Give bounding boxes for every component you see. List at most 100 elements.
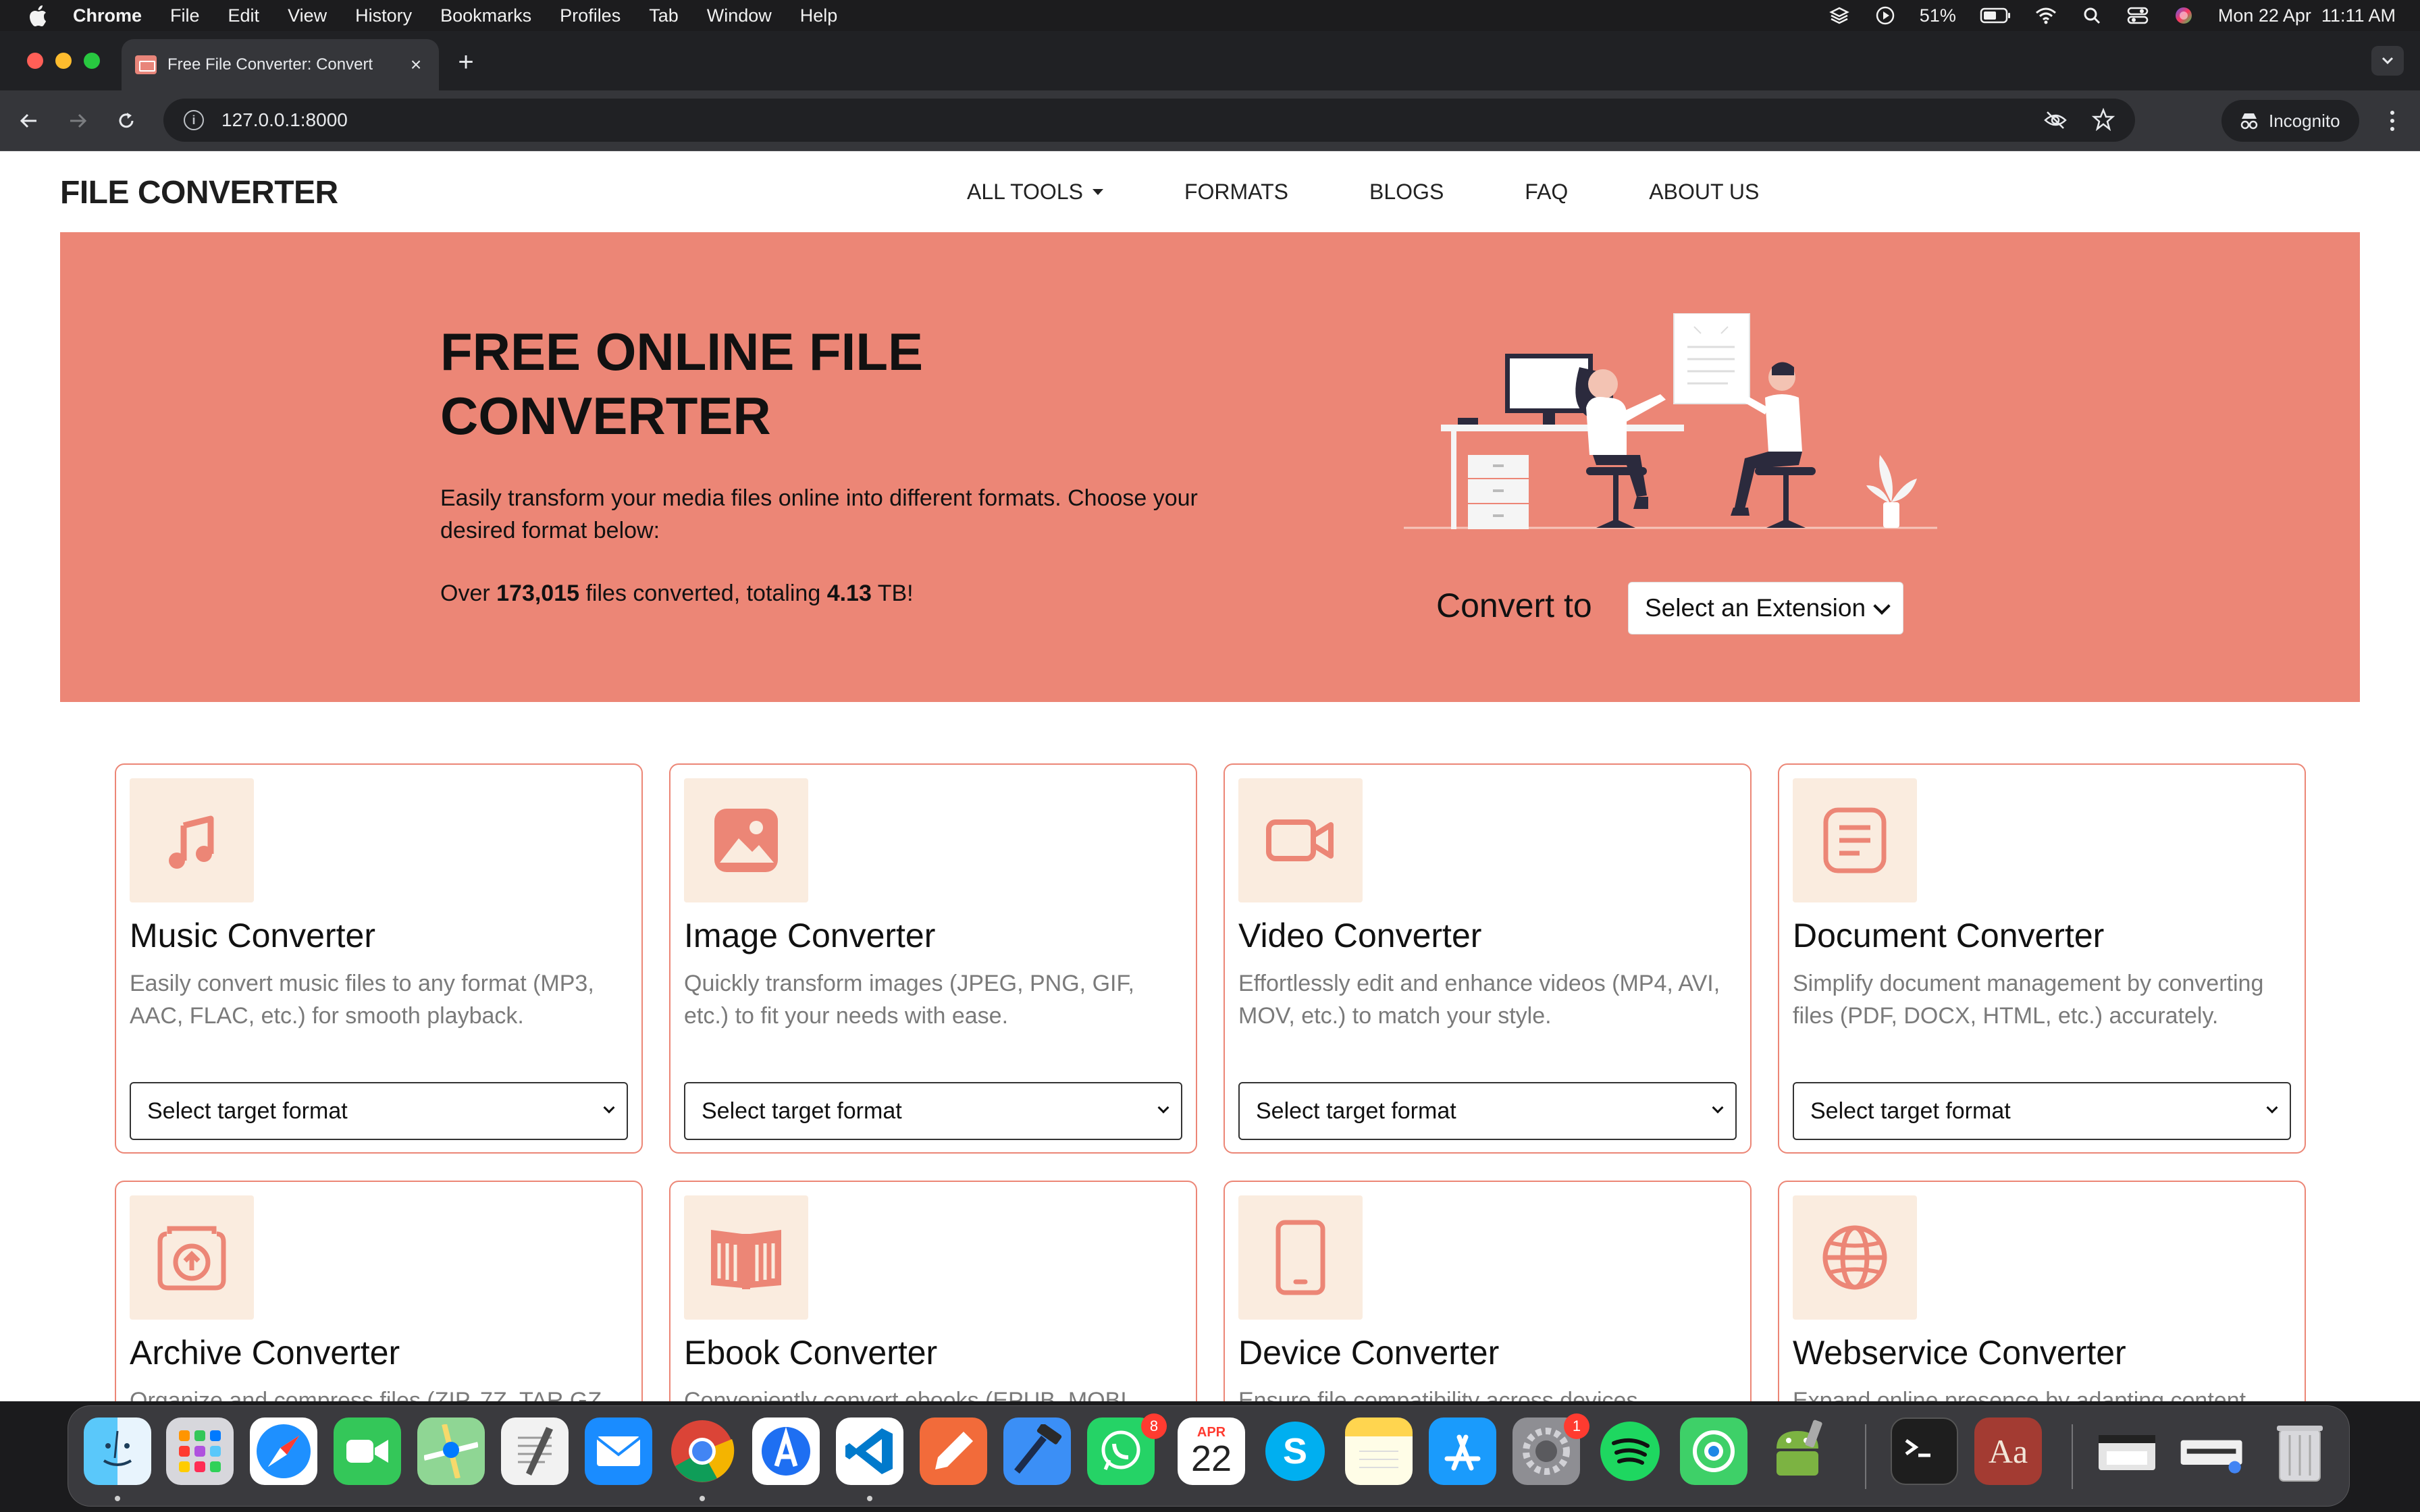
menu-bookmarks[interactable]: Bookmarks xyxy=(440,5,531,26)
window-zoom-button[interactable] xyxy=(84,53,100,69)
open-book-icon xyxy=(684,1195,808,1320)
card-image-converter: Image Converter Quickly transform images… xyxy=(669,763,1197,1154)
back-button[interactable] xyxy=(14,105,45,136)
card-document-converter: Document Converter Simplify document man… xyxy=(1778,763,2306,1154)
site-favicon-icon xyxy=(135,55,157,74)
main-nav: ALL TOOLS FORMATS BLOGS FAQ ABOUT US xyxy=(967,180,1840,205)
page-viewport: FILE CONVERTER ALL TOOLS FORMATS BLOGS F… xyxy=(0,151,2420,1401)
archive-upload-icon xyxy=(130,1195,254,1320)
xcode-icon[interactable] xyxy=(1003,1418,1071,1485)
target-format-select-document[interactable]: Select target format xyxy=(1793,1082,2291,1140)
menu-view[interactable]: View xyxy=(288,5,327,26)
chevron-down-icon xyxy=(603,1102,615,1114)
new-tab-button[interactable]: + xyxy=(452,49,479,77)
nav-all-tools[interactable]: ALL TOOLS xyxy=(967,180,1103,205)
android-studio-icon[interactable] xyxy=(1764,1418,1831,1485)
dock-separator xyxy=(2072,1424,2073,1489)
menu-file[interactable]: File xyxy=(170,5,200,26)
notes-icon[interactable] xyxy=(1345,1418,1413,1485)
menu-tab[interactable]: Tab xyxy=(649,5,679,26)
card-title: Ebook Converter xyxy=(684,1334,938,1372)
xcode-instruments-icon[interactable] xyxy=(752,1418,820,1485)
menu-window[interactable]: Window xyxy=(707,5,772,26)
nav-blogs[interactable]: BLOGS xyxy=(1369,180,1444,205)
facetime-icon[interactable] xyxy=(334,1418,401,1485)
extension-select-value: Select an Extension xyxy=(1645,594,1866,622)
chrome-icon[interactable] xyxy=(668,1418,736,1485)
calendar-day: 22 xyxy=(1190,1438,1232,1479)
safari-icon[interactable] xyxy=(250,1418,317,1485)
stats-middle: files converted, totaling xyxy=(579,580,827,606)
target-format-select-video[interactable]: Select target format xyxy=(1238,1082,1737,1140)
hero-banner: FREE ONLINE FILE CONVERTER Easily transf… xyxy=(60,232,2360,702)
menu-help[interactable]: Help xyxy=(800,5,838,26)
play-circle-status-icon[interactable] xyxy=(1874,5,1897,26)
battery-icon[interactable] xyxy=(1979,5,2011,26)
reload-button[interactable] xyxy=(111,105,142,136)
target-format-select-image[interactable]: Select target format xyxy=(684,1082,1182,1140)
window-close-button[interactable] xyxy=(27,53,43,69)
address-bar[interactable]: i 127.0.0.1:8000 xyxy=(163,99,2135,142)
site-header: FILE CONVERTER ALL TOOLS FORMATS BLOGS F… xyxy=(0,151,2420,232)
nav-about-us[interactable]: ABOUT US xyxy=(1649,180,1759,205)
siri-icon[interactable] xyxy=(2172,5,2195,26)
pen-app-icon[interactable] xyxy=(920,1418,987,1485)
dock-running-indicator xyxy=(867,1496,872,1501)
layers-status-icon[interactable] xyxy=(1828,5,1851,26)
card-title: Document Converter xyxy=(1793,917,2105,954)
app-store-icon[interactable] xyxy=(1429,1418,1496,1485)
vscode-icon[interactable] xyxy=(836,1418,903,1485)
site-logo[interactable]: FILE CONVERTER xyxy=(60,174,338,211)
nav-formats[interactable]: FORMATS xyxy=(1184,180,1288,205)
printer-icon[interactable] xyxy=(2093,1418,2161,1485)
chrome-menu-button[interactable] xyxy=(2382,105,2402,136)
control-center-icon[interactable] xyxy=(2126,5,2149,26)
find-my-icon[interactable] xyxy=(1680,1418,1747,1485)
bookmark-star-icon[interactable] xyxy=(2091,107,2115,137)
eye-off-icon[interactable] xyxy=(2043,108,2068,137)
menu-history[interactable]: History xyxy=(355,5,412,26)
forward-button[interactable] xyxy=(62,105,93,136)
incognito-icon xyxy=(2240,113,2258,130)
incognito-indicator[interactable]: Incognito xyxy=(2221,100,2359,142)
wifi-icon[interactable] xyxy=(2034,5,2057,26)
stats-suffix: TB! xyxy=(871,580,914,606)
extension-select[interactable]: Select an Extension xyxy=(1628,582,1903,634)
tab-close-icon[interactable]: × xyxy=(406,54,425,76)
card-title: Webservice Converter xyxy=(1793,1334,2126,1372)
textedit-icon[interactable] xyxy=(501,1418,569,1485)
menubar-clock[interactable]: Mon 22 Apr 11:11 AM xyxy=(2218,5,2396,26)
card-description: Effortlessly edit and enhance videos (MP… xyxy=(1238,971,1720,1029)
calendar-icon[interactable]: APR 22 xyxy=(1178,1418,1245,1485)
site-info-icon[interactable]: i xyxy=(184,110,204,130)
target-format-select-music[interactable]: Select target format xyxy=(130,1082,628,1140)
nav-faq[interactable]: FAQ xyxy=(1525,180,1568,205)
mail-icon[interactable] xyxy=(585,1418,652,1485)
terminal-icon[interactable] xyxy=(1891,1418,1958,1485)
finder-icon[interactable] xyxy=(84,1418,151,1485)
select-value: Select target format xyxy=(1810,1098,2011,1124)
settings-badge: 1 xyxy=(1564,1413,1589,1439)
apple-logo-icon[interactable] xyxy=(26,3,50,28)
tab-search-button[interactable] xyxy=(2371,46,2404,76)
spotlight-search-icon[interactable] xyxy=(2080,5,2103,26)
chevron-down-icon xyxy=(2266,1102,2278,1114)
menu-app-chrome[interactable]: Chrome xyxy=(73,5,142,26)
convert-to-label: Convert to xyxy=(1436,587,1592,624)
skype-icon[interactable]: S xyxy=(1261,1418,1329,1485)
dictionary-icon[interactable]: Aa xyxy=(1974,1418,2042,1485)
trash-icon[interactable] xyxy=(2266,1418,2334,1485)
browser-tab-active[interactable]: Free File Converter: Convert × xyxy=(122,39,439,90)
menu-edit[interactable]: Edit xyxy=(228,5,260,26)
url-text[interactable]: 127.0.0.1:8000 xyxy=(221,109,348,131)
svg-text:S: S xyxy=(1283,1431,1307,1472)
launchpad-icon[interactable] xyxy=(166,1418,234,1485)
maps-icon[interactable] xyxy=(417,1418,485,1485)
chevron-down-icon xyxy=(1157,1102,1169,1114)
card-description: Ensure file compatibility across devices xyxy=(1238,1388,1638,1401)
window-minimize-button[interactable] xyxy=(55,53,72,69)
scanner-icon[interactable] xyxy=(2178,1418,2246,1485)
menu-profiles[interactable]: Profiles xyxy=(560,5,621,26)
spotify-icon[interactable] xyxy=(1596,1418,1664,1485)
battery-percentage: 51% xyxy=(1919,5,1956,26)
